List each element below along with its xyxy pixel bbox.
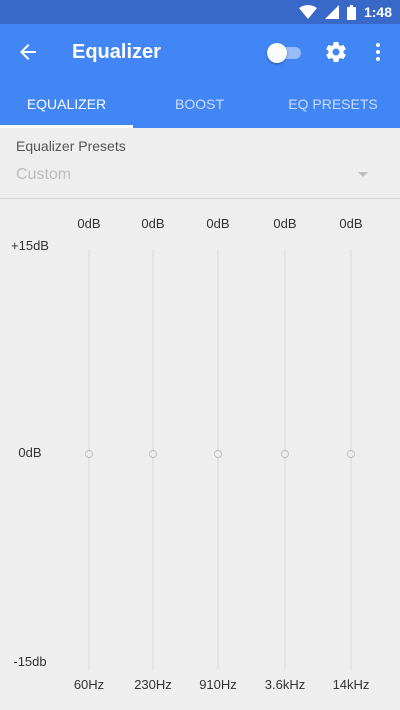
page-title: Equalizer: [72, 41, 161, 63]
back-arrow-icon[interactable]: [16, 40, 40, 64]
tab-indicator: [0, 125, 133, 128]
presets-label: Equalizer Presets: [16, 138, 126, 154]
band-gain: 0dB: [77, 216, 101, 231]
signal-icon: [324, 5, 339, 19]
band-frequency: 910Hz: [199, 677, 237, 692]
band-slider-track[interactable]: [350, 249, 352, 669]
scale-mid-label: 0dB: [18, 445, 42, 460]
eq-band: 0dB 60Hz: [59, 210, 119, 700]
tab-eq-presets[interactable]: EQ PRESETS: [266, 80, 400, 128]
battery-icon: [346, 4, 356, 20]
divider: [0, 198, 400, 199]
band-gain: 0dB: [206, 216, 230, 231]
app-bar: Equalizer: [0, 24, 400, 80]
band-frequency: 3.6kHz: [264, 677, 306, 692]
status-icons: 1:48: [298, 3, 392, 21]
equalizer-toggle[interactable]: [267, 42, 303, 63]
band-gain: 0dB: [141, 216, 165, 231]
status-bar: 1:48: [0, 0, 400, 24]
toggle-thumb: [267, 43, 287, 63]
wifi-icon: [298, 5, 317, 19]
eq-band: 0dB 14kHz: [321, 210, 381, 700]
band-slider-track[interactable]: [217, 249, 219, 669]
settings-gear-icon[interactable]: [324, 40, 348, 64]
eq-band: 0dB 3.6kHz: [255, 210, 315, 700]
dropdown-caret-icon: [358, 172, 368, 177]
scale-max-label: +15dB: [11, 238, 49, 253]
more-options-icon[interactable]: [366, 40, 390, 64]
tab-equalizer[interactable]: EQUALIZER: [0, 80, 133, 128]
presets-selected-value: Custom: [16, 166, 72, 183]
band-slider-thumb[interactable]: [214, 450, 222, 458]
presets-dropdown[interactable]: Custom: [16, 164, 384, 188]
eq-band: 0dB 910Hz: [188, 210, 248, 700]
band-frequency: 14kHz: [332, 677, 370, 692]
band-slider-thumb[interactable]: [347, 450, 355, 458]
band-frequency: 230Hz: [134, 677, 172, 692]
band-slider-thumb[interactable]: [149, 450, 157, 458]
band-slider-track[interactable]: [152, 249, 154, 669]
scale-min-label: -15db: [13, 654, 47, 669]
band-slider-thumb[interactable]: [281, 450, 289, 458]
band-frequency: 60Hz: [73, 677, 105, 692]
status-time: 1:48: [363, 4, 392, 20]
band-slider-track[interactable]: [284, 249, 286, 669]
tab-boost[interactable]: BOOST: [133, 80, 266, 128]
band-slider-thumb[interactable]: [85, 450, 93, 458]
band-gain: 0dB: [273, 216, 297, 231]
eq-band: 0dB 230Hz: [123, 210, 183, 700]
tab-bar: EQUALIZER BOOST EQ PRESETS: [0, 80, 400, 128]
band-gain: 0dB: [339, 216, 363, 231]
band-slider-track[interactable]: [88, 249, 90, 669]
